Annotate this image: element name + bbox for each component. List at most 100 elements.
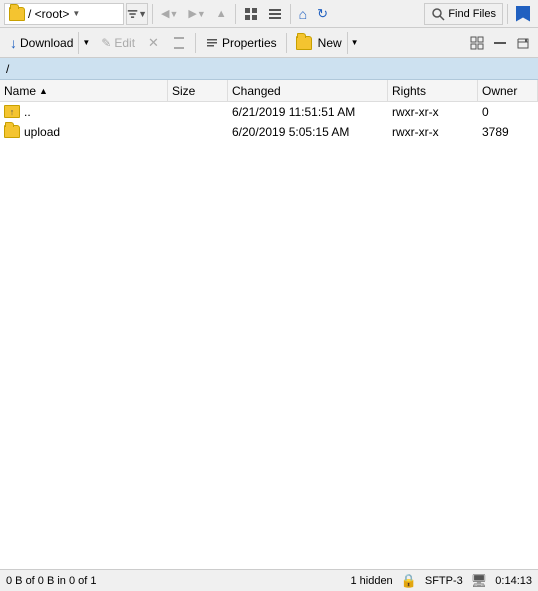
separator1 — [152, 4, 153, 24]
view-options-icon — [470, 36, 484, 50]
separator3 — [290, 4, 291, 24]
breadcrumb-text: / <root> — [28, 7, 69, 21]
action-toolbar: ↓ Download ▼ ✎ Edit ✕ Properties New — [0, 28, 538, 58]
file-list: ↑ .. 6/21/2019 11:51:51 AM rwxr-xr-x 0 u… — [0, 102, 538, 569]
breadcrumb-dropdown-icon: ▼ — [72, 9, 80, 18]
edit-icon: ✎ — [101, 36, 111, 50]
refresh-icon: ↻ — [317, 6, 328, 22]
sftp-label: SFTP-3 — [425, 575, 463, 587]
download-icon: ↓ — [10, 35, 17, 51]
file-changed: 6/21/2019 11:51:51 AM — [232, 105, 355, 119]
bookmark-icon — [516, 6, 530, 22]
name-sort-icon: ▲ — [39, 86, 48, 96]
minimize-icon — [493, 36, 507, 50]
settings-icon — [516, 36, 530, 50]
new-dropdown-icon[interactable]: ▼ — [347, 32, 362, 54]
properties-button[interactable]: Properties — [199, 31, 283, 55]
properties-icon — [205, 36, 219, 50]
filter-icon — [127, 7, 138, 21]
list-view-icon — [268, 7, 282, 21]
back-arrow-icon: ▼ — [169, 9, 178, 19]
separator4 — [507, 4, 508, 24]
separator6 — [286, 33, 287, 53]
file-changed-cell: 6/20/2019 5:05:15 AM — [228, 125, 388, 139]
file-rights: rwxr-xr-x — [392, 105, 439, 119]
home-icon: ⌂ — [299, 6, 307, 22]
file-owner-cell: 0 — [478, 105, 538, 119]
status-right: 1 hidden 🔒 SFTP-3 🖥 0:14:13 — [350, 573, 532, 589]
delete-button[interactable]: ✕ — [142, 31, 165, 55]
forward-icon: ▶ — [188, 7, 196, 20]
download-split-button[interactable]: ↓ Download ▼ — [4, 31, 94, 55]
file-owner-cell: 3789 — [478, 125, 538, 139]
breadcrumb-path[interactable]: / <root> ▼ — [4, 3, 124, 25]
status-bar: 0 B of 0 B in 0 of 1 1 hidden 🔒 SFTP-3 🖥… — [0, 569, 538, 591]
file-owner: 0 — [482, 105, 489, 119]
minimize-button[interactable] — [489, 32, 511, 54]
folder-icon — [4, 125, 20, 138]
new-label: New — [318, 36, 342, 50]
filter-arrow-icon: ▼ — [138, 9, 147, 19]
home-button[interactable]: ⌂ — [295, 3, 311, 25]
file-name: .. — [24, 105, 31, 119]
new-split-button[interactable]: New ▼ — [290, 31, 363, 55]
download-main[interactable]: ↓ Download — [5, 35, 78, 51]
edit-label: Edit — [114, 36, 135, 50]
forward-arrow-icon: ▼ — [197, 9, 206, 19]
rename-icon — [172, 36, 186, 50]
up-button[interactable]: ▲ — [212, 3, 231, 25]
table-row[interactable]: upload 6/20/2019 5:05:15 AM rwxr-xr-x 37… — [0, 122, 538, 142]
settings-button[interactable] — [512, 32, 534, 54]
download-dropdown-icon[interactable]: ▼ — [78, 32, 93, 54]
status-left: 0 B of 0 B in 0 of 1 — [6, 575, 97, 587]
bookmark-button[interactable] — [512, 3, 534, 25]
name-column-header[interactable]: Name ▲ — [0, 80, 168, 101]
filter-button[interactable]: ▼ — [126, 3, 148, 25]
file-rights-cell: rwxr-xr-x — [388, 105, 478, 119]
lock-icon: 🔒 — [401, 573, 417, 589]
separator5 — [195, 33, 196, 53]
delete-icon: ✕ — [148, 35, 159, 51]
path-bar: / — [0, 58, 538, 80]
folder-icon — [9, 7, 25, 21]
session-icon: 🖥 — [471, 573, 488, 589]
back-button[interactable]: ◀ ▼ — [157, 3, 182, 25]
hidden-count: 1 hidden — [350, 575, 392, 587]
file-changed: 6/20/2019 5:05:15 AM — [232, 125, 349, 139]
owner-column-header[interactable]: Owner — [478, 80, 538, 101]
forward-button[interactable]: ▶ ▼ — [184, 3, 209, 25]
parent-folder-icon: ↑ — [4, 105, 20, 118]
view-options-button[interactable] — [466, 32, 488, 54]
rights-column-header[interactable]: Rights — [388, 80, 478, 101]
new-folder-icon — [296, 36, 312, 50]
file-name: upload — [24, 125, 60, 139]
navigation-toolbar: / <root> ▼ ▼ ◀ ▼ ▶ ▼ ▲ — [0, 0, 538, 28]
new-main[interactable]: New — [291, 36, 347, 50]
current-path: / — [6, 62, 9, 76]
file-name-cell: ↑ .. — [0, 105, 168, 119]
list-view-button[interactable] — [264, 3, 286, 25]
changed-column-header[interactable]: Changed — [228, 80, 388, 101]
size-column-header[interactable]: Size — [168, 80, 228, 101]
properties-label: Properties — [222, 36, 277, 50]
file-rights: rwxr-xr-x — [392, 125, 439, 139]
file-name-cell: upload — [0, 125, 168, 139]
table-row[interactable]: ↑ .. 6/21/2019 11:51:51 AM rwxr-xr-x 0 — [0, 102, 538, 122]
rename-button[interactable] — [166, 31, 192, 55]
file-rights-cell: rwxr-xr-x — [388, 125, 478, 139]
separator2 — [235, 4, 236, 24]
up-icon: ▲ — [216, 8, 227, 20]
time-display: 0:14:13 — [495, 575, 532, 587]
refresh-button[interactable]: ↻ — [313, 3, 332, 25]
grid-view-button[interactable] — [240, 3, 262, 25]
file-owner: 3789 — [482, 125, 509, 139]
file-list-header: Name ▲ Size Changed Rights Owner — [0, 80, 538, 102]
grid-view-icon — [244, 7, 258, 21]
find-files-label: Find Files — [448, 8, 496, 20]
find-files-button[interactable]: Find Files — [424, 3, 503, 25]
file-changed-cell: 6/21/2019 11:51:51 AM — [228, 105, 388, 119]
back-icon: ◀ — [161, 7, 169, 20]
edit-button[interactable]: ✎ Edit — [95, 31, 141, 55]
download-label: Download — [20, 36, 73, 50]
search-icon — [431, 7, 445, 21]
